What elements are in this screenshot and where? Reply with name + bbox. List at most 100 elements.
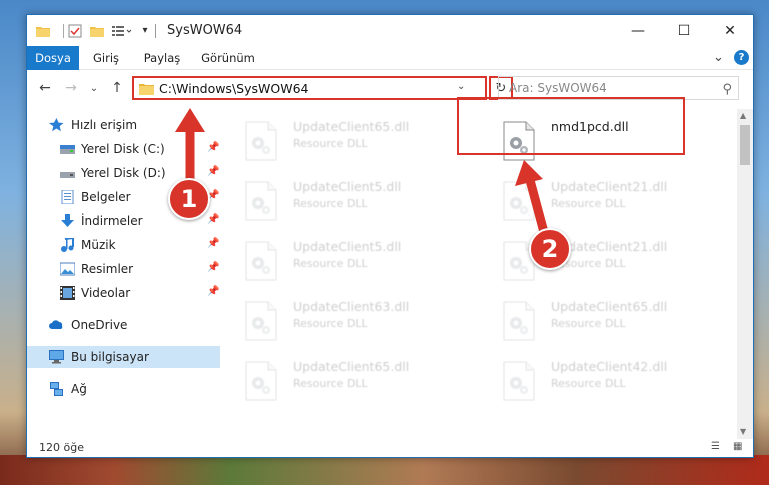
computer-icon (49, 350, 64, 364)
file-type: Resource DLL (293, 377, 368, 390)
help-icon[interactable]: ? (734, 50, 749, 65)
sidebar-item-videos[interactable]: Videolar 📌 (27, 282, 220, 304)
pin-icon[interactable]: 📌 (207, 238, 219, 249)
pin-icon[interactable]: 📌 (207, 286, 219, 297)
pin-icon[interactable]: 📌 (207, 166, 219, 177)
music-icon (61, 238, 74, 252)
sidebar-item-quick-access[interactable]: Hızlı erişim (27, 114, 220, 136)
sidebar-item-network[interactable]: Ağ (27, 378, 220, 400)
sidebar-item-label: Müzik (81, 238, 116, 252)
drive-icon (60, 145, 75, 154)
forward-arrow-icon[interactable]: → (61, 78, 81, 98)
sidebar-item-label: Yerel Disk (D:) (81, 166, 166, 180)
file-name: UpdateClient42.dll (551, 359, 668, 374)
file-type: Resource DLL (551, 377, 626, 390)
sidebar-item-onedrive[interactable]: OneDrive (27, 314, 220, 336)
file-item[interactable]: UpdateClient5.dll Resource DLL (223, 235, 453, 287)
download-icon (61, 214, 74, 227)
star-icon (49, 118, 64, 132)
dll-file-icon (245, 361, 277, 401)
dll-file-icon (503, 301, 535, 341)
documents-icon (61, 190, 74, 204)
tab-gorunum[interactable]: Görünüm (197, 46, 259, 70)
network-icon (50, 382, 63, 396)
recent-locations-icon[interactable]: ⌄ (87, 78, 101, 98)
customize-toolbar-icon[interactable] (111, 22, 133, 39)
desktop-wallpaper-strip (0, 455, 769, 485)
step-2-badge: 2 (529, 228, 571, 270)
sidebar-item-label: Videolar (81, 286, 131, 300)
pin-icon[interactable]: 📌 (207, 262, 219, 273)
sidebar-item-label: OneDrive (71, 318, 128, 332)
navigation-pane: Hızlı erişim Yerel Disk (C:) 📌 Yerel Dis… (27, 109, 220, 439)
dll-file-icon (503, 181, 535, 221)
pin-icon[interactable]: 📌 (207, 214, 219, 225)
file-name: UpdateClient63.dll (293, 299, 410, 314)
tab-giris[interactable]: Giriş (85, 46, 127, 70)
file-item[interactable]: UpdateClient21.dll Resource DLL (481, 235, 711, 287)
address-bar[interactable]: C:\Windows\SysWOW64 ⌄ (132, 76, 487, 100)
address-path: C:\Windows\SysWOW64 (159, 81, 309, 96)
minimize-button[interactable]: — (615, 15, 661, 46)
file-name: UpdateClient65.dll (551, 299, 668, 314)
up-arrow-icon[interactable]: ↑ (107, 78, 127, 98)
vertical-scrollbar[interactable]: ▲ ▼ (737, 109, 753, 439)
properties-icon[interactable] (67, 22, 83, 39)
folder-icon[interactable] (35, 22, 51, 39)
scrollbar-thumb[interactable] (740, 125, 750, 165)
search-icon: ⚲ (722, 82, 732, 97)
file-type: Resource DLL (293, 197, 368, 210)
file-type: Resource DLL (293, 257, 368, 270)
file-item[interactable]: UpdateClient21.dll Resource DLL (481, 175, 711, 227)
pin-icon[interactable]: 📌 (207, 142, 219, 153)
file-item[interactable]: UpdateClient5.dll Resource DLL (223, 175, 453, 227)
close-button[interactable]: ✕ (707, 15, 753, 46)
file-name: UpdateClient65.dll (293, 119, 410, 134)
file-type: Resource DLL (551, 197, 626, 210)
expand-ribbon-icon[interactable]: ⌄ (713, 50, 724, 65)
file-item[interactable]: UpdateClient42.dll Resource DLL (481, 355, 711, 407)
tab-paylas[interactable]: Paylaş (139, 46, 185, 70)
sidebar-item-local-disk-c[interactable]: Yerel Disk (C:) 📌 (27, 138, 220, 160)
file-item[interactable]: UpdateClient63.dll Resource DLL (223, 295, 453, 347)
sidebar-item-this-pc[interactable]: Bu bilgisayar (27, 346, 220, 368)
file-item[interactable]: UpdateClient65.dll Resource DLL (481, 295, 711, 347)
sidebar-item-label: Bu bilgisayar (71, 350, 149, 364)
tab-dosya[interactable]: Dosya (27, 46, 79, 70)
title-bar: ▾ SysWOW64 — ☐ ✕ (27, 15, 753, 46)
file-explorer-window: ▾ SysWOW64 — ☐ ✕ Dosya Giriş Paylaş Görü… (26, 14, 754, 458)
ribbon-tabs: Dosya Giriş Paylaş Görünüm ⌄ ? (27, 46, 753, 70)
drive-icon (60, 172, 75, 178)
maximize-button[interactable]: ☐ (661, 15, 707, 46)
new-folder-icon[interactable] (89, 22, 105, 39)
quick-access-dropdown-icon[interactable]: ▾ (139, 22, 151, 39)
file-list: UpdateClient65.dll Resource DLL nmd1pcd.dl… (223, 109, 737, 439)
scroll-up-icon[interactable]: ▲ (740, 111, 746, 120)
dll-file-icon (245, 301, 277, 341)
title-separator (155, 24, 156, 38)
scroll-down-icon[interactable]: ▼ (740, 427, 746, 436)
file-name: UpdateClient65.dll (293, 359, 410, 374)
details-view-icon[interactable]: ☰ (711, 441, 725, 453)
sidebar-item-label: Resimler (81, 262, 134, 276)
file-highlight-box (457, 97, 685, 155)
window-title: SysWOW64 (167, 23, 243, 38)
file-item[interactable]: UpdateClient65.dll Resource DLL (223, 355, 453, 407)
file-type: Resource DLL (293, 317, 368, 330)
dll-file-icon (503, 361, 535, 401)
large-icons-view-icon[interactable]: ▦ (733, 441, 747, 453)
file-type: Resource DLL (293, 137, 368, 150)
dll-file-icon (245, 241, 277, 281)
dll-file-icon (245, 181, 277, 221)
address-dropdown-icon[interactable]: ⌄ (457, 81, 465, 92)
sidebar-item-label: Belgeler (81, 190, 131, 204)
back-arrow-icon[interactable]: ← (35, 78, 55, 98)
sidebar-item-pictures[interactable]: Resimler 📌 (27, 258, 220, 280)
file-item[interactable]: UpdateClient65.dll Resource DLL (223, 115, 453, 167)
cloud-icon (49, 320, 63, 329)
file-name: UpdateClient5.dll (293, 239, 402, 254)
file-type: Resource DLL (551, 317, 626, 330)
address-folder-icon (139, 84, 154, 95)
pictures-icon (60, 262, 75, 276)
sidebar-item-music[interactable]: Müzik 📌 (27, 234, 220, 256)
